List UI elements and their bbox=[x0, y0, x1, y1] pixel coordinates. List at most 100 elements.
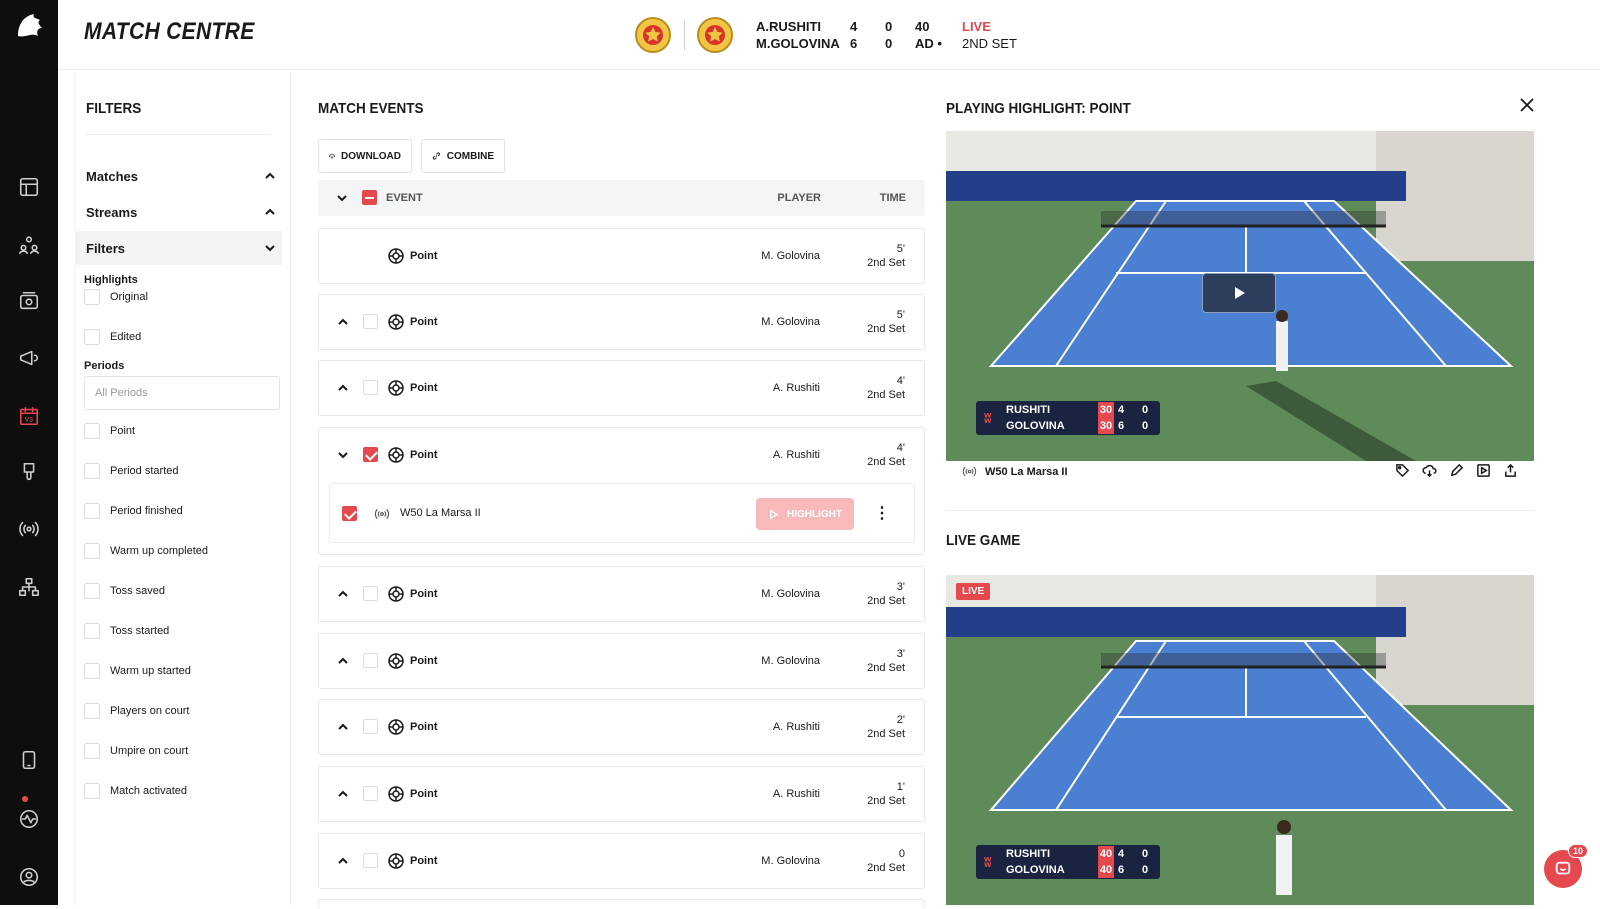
event-player: A. Rushiti bbox=[772, 788, 820, 800]
event-row[interactable]: Point M. Golovina 3' 2nd Set bbox=[318, 633, 925, 689]
share-icon[interactable] bbox=[1503, 463, 1518, 478]
activity-icon[interactable] bbox=[17, 807, 41, 831]
event-row-partial bbox=[318, 899, 925, 909]
event-row[interactable]: Point A. Rushiti 1' 2nd Set bbox=[318, 766, 925, 822]
filter-option-toss-started[interactable]: Toss started bbox=[84, 622, 169, 640]
chevron-up-icon[interactable] bbox=[337, 315, 349, 327]
row-checkbox[interactable] bbox=[363, 786, 378, 801]
jersey-icon[interactable] bbox=[17, 460, 41, 484]
more-vertical-icon[interactable]: ⋮ bbox=[874, 506, 890, 522]
checkbox[interactable] bbox=[84, 329, 100, 345]
chevron-up-icon[interactable] bbox=[337, 587, 349, 599]
row-checkbox[interactable] bbox=[363, 447, 378, 462]
event-time: 5' 2nd Set bbox=[867, 308, 905, 336]
checkbox[interactable] bbox=[84, 703, 100, 719]
highlight-video-player[interactable]: ʬ RUSHITI 30 4 0 GOLOVINA 30 6 0 bbox=[946, 131, 1534, 461]
chevron-up-icon[interactable] bbox=[337, 787, 349, 799]
filter-option-point[interactable]: Point bbox=[84, 422, 135, 440]
accordion-streams[interactable]: Streams bbox=[76, 195, 282, 229]
tablet-icon[interactable] bbox=[17, 748, 41, 772]
checkbox[interactable] bbox=[84, 543, 100, 559]
event-time: 3' 2nd Set bbox=[867, 647, 905, 675]
accordion-matches[interactable]: Matches bbox=[76, 159, 282, 193]
checkbox[interactable] bbox=[84, 503, 100, 519]
event-time: 5' 2nd Set bbox=[867, 242, 905, 270]
live-video-player[interactable]: LIVE ʬ RUSHITI 40 4 0 GOLOVINA 40 6 0 bbox=[946, 575, 1534, 905]
row-checkbox[interactable] bbox=[363, 853, 378, 868]
chevron-down-icon[interactable] bbox=[337, 448, 349, 460]
checkbox[interactable] bbox=[84, 743, 100, 759]
event-row[interactable]: Point A. Rushiti 4' 2nd Set bbox=[318, 360, 925, 416]
event-minute: 2' bbox=[896, 714, 905, 726]
row-checkbox[interactable] bbox=[363, 314, 378, 329]
chevron-up-icon[interactable] bbox=[337, 654, 349, 666]
cloud-download-icon[interactable] bbox=[1422, 463, 1437, 478]
chevron-up-icon[interactable] bbox=[337, 720, 349, 732]
checkbox[interactable] bbox=[84, 623, 100, 639]
wta-logo-icon: ʬ bbox=[984, 854, 992, 870]
checkbox[interactable] bbox=[84, 783, 100, 799]
filter-option-warm-up-completed[interactable]: Warm up completed bbox=[84, 542, 208, 560]
tag-icon[interactable] bbox=[1395, 463, 1410, 478]
filter-option-period-finished[interactable]: Period finished bbox=[84, 502, 183, 520]
row-checkbox[interactable] bbox=[363, 586, 378, 601]
play-button[interactable] bbox=[1202, 273, 1276, 313]
accordion-filters[interactable]: Filters bbox=[76, 231, 282, 265]
filter-option-warm-up-started[interactable]: Warm up started bbox=[84, 662, 191, 680]
clip-checkbox[interactable] bbox=[342, 506, 357, 521]
option-label: Warm up started bbox=[110, 665, 191, 677]
chevron-up-icon[interactable] bbox=[337, 381, 349, 393]
download-button[interactable]: DOWNLOAD bbox=[318, 139, 412, 173]
event-set: 2nd Set bbox=[867, 456, 905, 468]
media-icon[interactable] bbox=[17, 289, 41, 313]
select-all-checkbox[interactable] bbox=[362, 190, 377, 205]
chevron-up-icon[interactable] bbox=[337, 854, 349, 866]
column-header-player: PLAYER bbox=[777, 192, 821, 204]
player-name: M.GOLOVINA bbox=[756, 36, 840, 51]
overlay-points: 30 bbox=[1098, 418, 1114, 434]
event-row-expanded[interactable]: Point A. Rushiti 4' 2nd Set W50 La Marsa … bbox=[318, 427, 925, 555]
overlay-points: 40 bbox=[1098, 846, 1114, 862]
periods-select[interactable]: All Periods bbox=[84, 376, 280, 410]
option-label: Point bbox=[110, 425, 136, 437]
button-label: HIGHLIGHT bbox=[787, 508, 842, 520]
row-checkbox[interactable] bbox=[363, 719, 378, 734]
checkbox[interactable] bbox=[84, 289, 100, 305]
video-play-icon[interactable] bbox=[1476, 463, 1491, 478]
versus-calendar-icon[interactable]: VS bbox=[17, 404, 41, 428]
checkbox[interactable] bbox=[84, 463, 100, 479]
dashboard-icon[interactable] bbox=[17, 175, 41, 199]
teams-icon[interactable] bbox=[17, 233, 41, 257]
event-row[interactable]: Point M. Golovina 3' 2nd Set bbox=[318, 566, 925, 622]
chevron-down-icon[interactable] bbox=[336, 192, 348, 204]
event-row[interactable]: Point M. Golovina 5' 2nd Set bbox=[318, 228, 925, 284]
video-footer: W50 La Marsa II bbox=[962, 464, 1068, 479]
highlight-button[interactable]: HIGHLIGHT bbox=[756, 498, 854, 530]
event-player: M. Golovina bbox=[761, 855, 820, 867]
profile-icon[interactable] bbox=[17, 865, 41, 889]
event-minute: 4' bbox=[896, 375, 905, 387]
hierarchy-icon[interactable] bbox=[17, 575, 41, 599]
checkbox[interactable] bbox=[84, 583, 100, 599]
row-checkbox[interactable] bbox=[363, 380, 378, 395]
filter-option-original[interactable]: Original bbox=[84, 288, 148, 306]
filter-option-period-started[interactable]: Period started bbox=[84, 462, 178, 480]
checkbox[interactable] bbox=[84, 663, 100, 679]
broadcast-icon[interactable] bbox=[17, 517, 41, 541]
filter-option-edited[interactable]: Edited bbox=[84, 328, 141, 346]
pencil-icon[interactable] bbox=[1449, 463, 1464, 478]
filter-option-toss-saved[interactable]: Toss saved bbox=[84, 582, 165, 600]
filter-option-umpire-on-court[interactable]: Umpire on court bbox=[84, 742, 188, 760]
combine-button[interactable]: COMBINE bbox=[421, 139, 505, 173]
event-row[interactable]: Point M. Golovina 0 2nd Set bbox=[318, 833, 925, 889]
chat-launcher-button[interactable]: 10 bbox=[1544, 844, 1588, 888]
checkbox[interactable] bbox=[84, 423, 100, 439]
lion-logo-icon[interactable] bbox=[12, 10, 46, 44]
filter-option-players-on-court[interactable]: Players on court bbox=[84, 702, 189, 720]
event-row[interactable]: Point A. Rushiti 2' 2nd Set bbox=[318, 699, 925, 755]
close-icon[interactable] bbox=[1520, 98, 1534, 112]
event-row[interactable]: Point M. Golovina 5' 2nd Set bbox=[318, 294, 925, 350]
row-checkbox[interactable] bbox=[363, 653, 378, 668]
filter-option-match-activated[interactable]: Match activated bbox=[84, 782, 187, 800]
megaphone-icon[interactable] bbox=[17, 346, 41, 370]
